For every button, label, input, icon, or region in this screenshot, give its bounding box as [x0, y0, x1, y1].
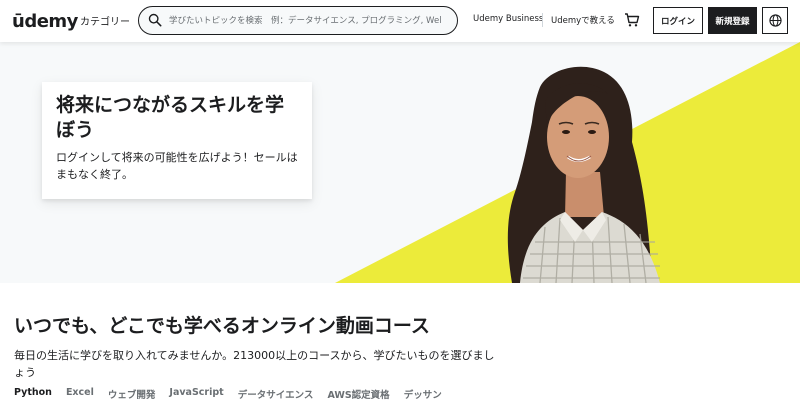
logo-text: ūdemy: [12, 11, 78, 32]
tab-drawing[interactable]: デッサン: [404, 387, 442, 401]
hero-banner: 将来につながるスキルを学ぼう ログインして将来の可能性を広げよう！セールはまもな…: [0, 42, 800, 283]
header-divider: [542, 13, 543, 27]
shopping-cart-icon[interactable]: [624, 12, 640, 28]
teach-on-udemy-link[interactable]: Udemyで教える: [551, 14, 615, 26]
hero-subtext: ログインして将来の可能性を広げよう！セールはまもなく終了。: [56, 151, 298, 181]
section-title: いつでも、どこでも学べるオンライン動画コース: [14, 315, 430, 337]
search-bar[interactable]: [138, 6, 458, 35]
udemy-business-link[interactable]: Udemy Business: [473, 14, 543, 24]
person-illustration: [507, 66, 660, 283]
tab-web-development[interactable]: ウェブ開発: [108, 387, 156, 401]
tab-python[interactable]: Python: [14, 387, 52, 401]
tab-data-science[interactable]: データサイエンス: [238, 387, 314, 401]
categories-menu[interactable]: カテゴリー: [80, 13, 130, 28]
hero-card: 将来につながるスキルを学ぼう ログインして将来の可能性を広げよう！セールはまもな…: [42, 82, 312, 199]
hero-headline: 将来につながるスキルを学ぼう: [56, 94, 285, 141]
search-input[interactable]: [169, 12, 451, 29]
top-navigation-bar: ūdemy カテゴリー Udemy Business Udemyで教える ログイ…: [0, 0, 800, 42]
globe-icon: [769, 14, 782, 27]
login-button[interactable]: ログイン: [653, 7, 703, 34]
section-description: 毎日の生活に学びを取り入れてみませんか。213000以上のコースから、学びたいも…: [14, 349, 495, 379]
topic-tabs: Python Excel ウェブ開発 JavaScript データサイエンス A…: [14, 387, 456, 401]
tab-javascript[interactable]: JavaScript: [169, 387, 223, 401]
tab-excel[interactable]: Excel: [66, 387, 94, 401]
udemy-logo[interactable]: ūdemy: [12, 9, 78, 31]
language-selector-button[interactable]: [762, 7, 788, 34]
signup-button[interactable]: 新規登録: [708, 7, 757, 34]
tab-aws-certification[interactable]: AWS認定資格: [327, 387, 389, 401]
search-icon: [148, 13, 162, 27]
